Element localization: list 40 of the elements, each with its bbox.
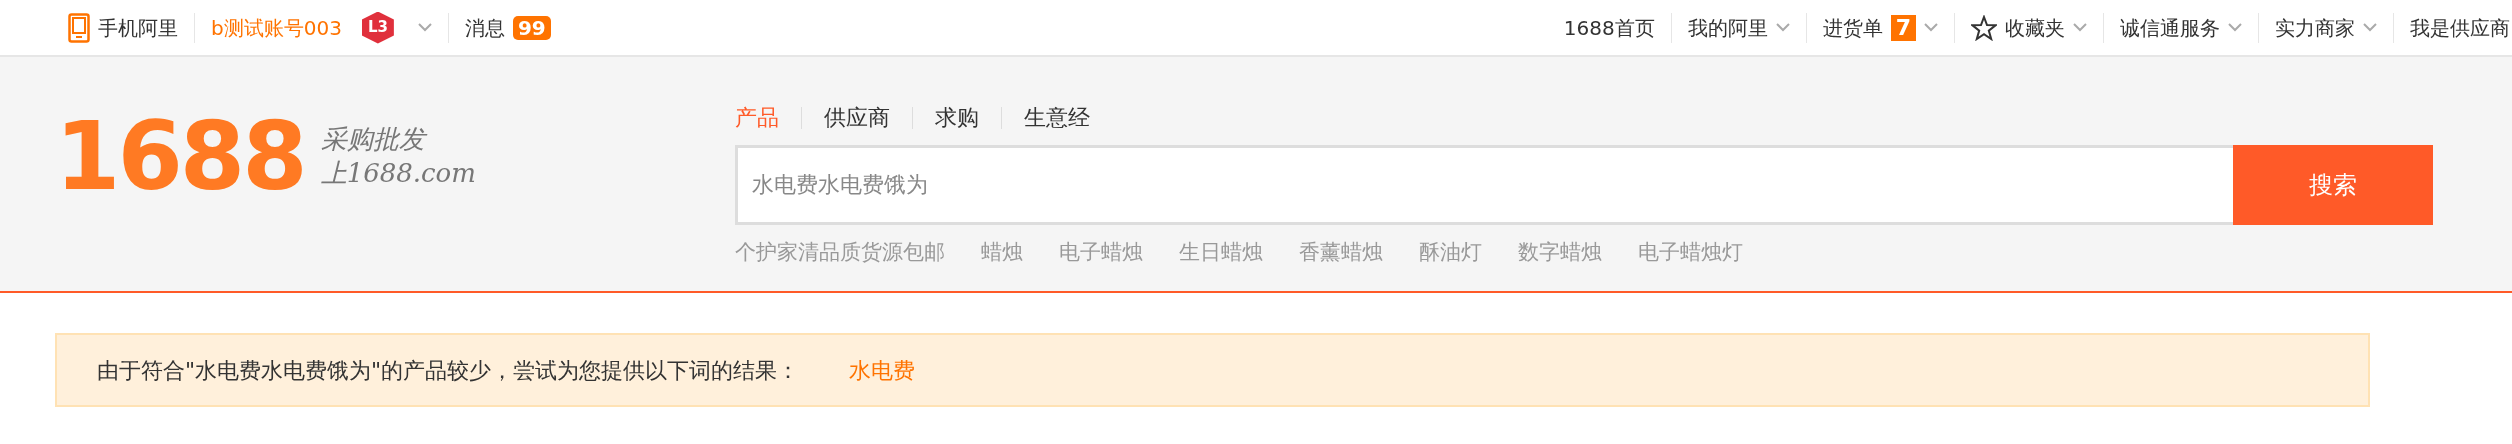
caret-icon bbox=[2073, 23, 2087, 32]
logo-number[interactable]: 1688 bbox=[55, 110, 305, 204]
search-button[interactable]: 搜索 bbox=[2233, 145, 2433, 225]
suggestion-link[interactable]: 蜡烛 bbox=[981, 237, 1023, 269]
caret-icon bbox=[1775, 23, 1790, 32]
star-icon bbox=[1971, 14, 1997, 41]
logo-tagline: 上1688.com bbox=[320, 157, 476, 190]
search-tab[interactable]: 生意经 bbox=[1002, 107, 1112, 129]
suggestion-link[interactable]: 生日蜡烛 bbox=[1179, 237, 1263, 269]
account-link[interactable]: b测试账号003 bbox=[211, 12, 342, 43]
message-count: 99 bbox=[512, 15, 551, 40]
caret-icon bbox=[2363, 23, 2377, 32]
suggestion-link[interactable]: 水电费 bbox=[849, 353, 916, 387]
mobile-link[interactable]: 手机阿里 bbox=[98, 12, 178, 43]
suggestion-link[interactable]: 个护家清品质货源包邮 bbox=[735, 237, 945, 269]
suggestion-link[interactable]: 香薰蜡烛 bbox=[1299, 237, 1383, 269]
caret-icon bbox=[1924, 23, 1938, 32]
suggestion-link[interactable]: 电子蜡烛灯 bbox=[1638, 237, 1743, 269]
suggestion-link[interactable]: 数字蜡烛 bbox=[1518, 237, 1602, 269]
nav-link-item[interactable]: 我是供应商 bbox=[2410, 12, 2510, 43]
nav-link-item[interactable]: 实力商家 bbox=[2275, 12, 2355, 43]
nav-link-item[interactable]: 我的阿里 bbox=[1687, 12, 1768, 43]
search-tab[interactable]: 求购 bbox=[913, 107, 1002, 129]
nav-link-item[interactable]: 收藏夹 bbox=[2005, 12, 2065, 43]
search-tab[interactable]: 供应商 bbox=[802, 107, 913, 129]
messages-link[interactable]: 消息 bbox=[464, 12, 505, 43]
caret-icon bbox=[417, 23, 432, 32]
level-badge: L3 bbox=[361, 11, 394, 44]
search-tab[interactable]: 产品 bbox=[735, 107, 802, 129]
logo-slogan: 采购批发 bbox=[320, 123, 476, 157]
nav-link-item[interactable]: 诚信通服务 bbox=[2120, 12, 2220, 43]
notice-text: 由于符合"水电费水电费饿为"的产品较少，尝试为您提供以下词的结果： bbox=[97, 356, 800, 385]
phone-icon bbox=[68, 12, 90, 43]
suggestion-link[interactable]: 电子蜡烛 bbox=[1059, 237, 1143, 269]
caret-icon bbox=[2228, 23, 2242, 32]
nav-link-item[interactable]: 进货单 bbox=[1822, 12, 1883, 43]
search-field[interactable]: 水电费水电费饿为 bbox=[735, 145, 2233, 225]
nav-link-item[interactable]: 1688首页 bbox=[1563, 12, 1655, 43]
suggestion-link[interactable]: 酥油灯 bbox=[1419, 237, 1482, 269]
cart-count: 7 bbox=[1890, 14, 1916, 41]
